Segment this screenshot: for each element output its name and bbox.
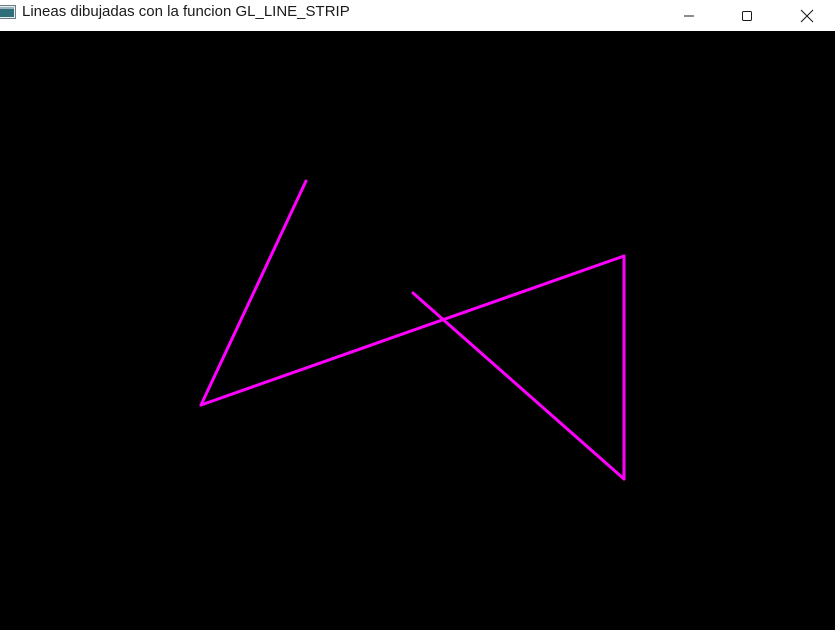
line-segment — [199, 254, 626, 407]
minimize-icon — [683, 10, 695, 22]
line-segment — [411, 291, 626, 481]
maximize-icon — [741, 10, 753, 22]
line-strip-drawing — [199, 179, 626, 481]
maximize-button[interactable] — [724, 0, 770, 31]
app-window: Lineas dibujadas con la funcion GL_LINE_… — [0, 0, 835, 630]
title-bar[interactable]: Lineas dibujadas con la funcion GL_LINE_… — [0, 0, 835, 31]
close-icon — [800, 9, 814, 23]
window-title: Lineas dibujadas con la funcion GL_LINE_… — [22, 3, 350, 20]
close-button[interactable] — [784, 0, 830, 31]
minimize-button[interactable] — [666, 0, 712, 31]
line-segment — [199, 179, 308, 407]
gl-canvas[interactable] — [0, 31, 835, 630]
app-icon — [0, 5, 16, 19]
